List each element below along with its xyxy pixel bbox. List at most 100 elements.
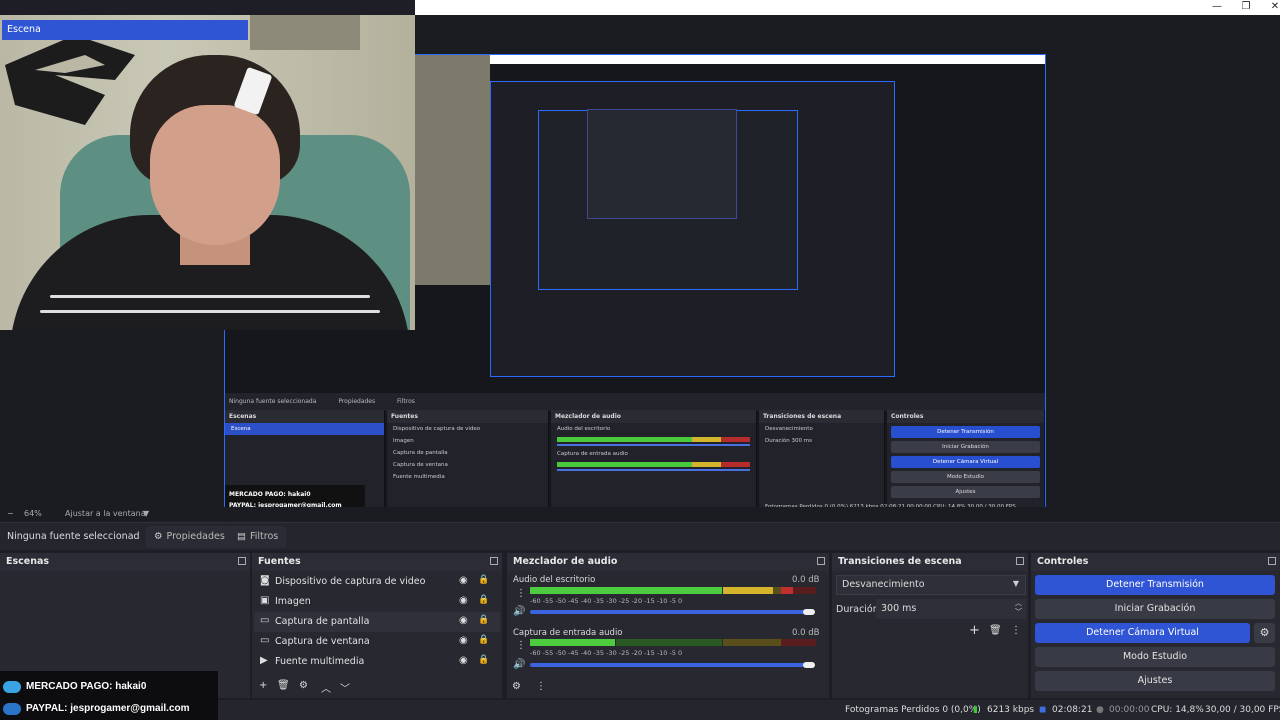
record-time: 00:00:00 <box>1109 705 1150 715</box>
transitions-dock-menu-icon[interactable] <box>1016 557 1024 565</box>
nested-properties-bar: Ninguna fuente seleccionada Propiedades … <box>225 393 1045 411</box>
minimize-button[interactable]: — <box>1202 0 1232 15</box>
sources-dock-menu-icon[interactable] <box>490 557 498 565</box>
source-item[interactable]: ▶ Fuente multimedia ◉ 🔒 <box>254 652 500 672</box>
image-icon: ▣ <box>260 595 270 606</box>
add-transition-button[interactable]: + <box>969 623 980 638</box>
preview-canvas[interactable]: Ninguna fuente seleccionada Propiedades … <box>0 15 1280 517</box>
nested-controls-dock: Controles Detener Transmisión Iniciar Gr… <box>887 410 1045 515</box>
zoom-out-button[interactable]: − <box>7 509 14 518</box>
nested-slider <box>557 469 750 471</box>
transition-select[interactable]: Desvanecimiento ▼ <box>836 575 1026 595</box>
start-recording-button[interactable]: Iniciar Grabación <box>1035 599 1275 619</box>
fit-window-chevron-icon[interactable]: ▼ <box>143 509 149 518</box>
mixer-dock-menu-icon[interactable] <box>817 557 825 565</box>
controls-dock-menu-icon[interactable] <box>1268 557 1276 565</box>
spinner-arrows-icon[interactable]: ︿ ﹀ <box>1015 599 1022 617</box>
obs-window: — ❐ ✕ Ninguna fuente seleccionada Propie… <box>0 0 1280 720</box>
chevron-down-icon: ▼ <box>1012 579 1019 588</box>
nested-no-source-label: Ninguna fuente seleccionada <box>229 398 317 405</box>
scene-item[interactable]: Escena <box>2 20 248 40</box>
donation-overlay: MERCADO PAGO: hakai0 PAYPAL: jesprogamer… <box>0 671 218 720</box>
fit-window-select[interactable]: Ajustar a la ventana <box>65 509 146 518</box>
mic-volume-slider[interactable] <box>530 663 812 667</box>
visibility-eye-icon[interactable]: ◉ <box>459 655 468 666</box>
duration-value: 300 ms <box>881 603 917 614</box>
nested-overlay-mercadopago: MERCADO PAGO: hakai0 <box>229 491 311 498</box>
duration-input[interactable]: 300 ms ︿ ﹀ <box>876 599 1026 619</box>
remove-source-button[interactable]: 🗑 <box>277 680 290 691</box>
webcam-shelf <box>250 15 360 50</box>
properties-button[interactable]: ⚙ Propiedades <box>146 526 233 548</box>
lock-icon[interactable]: 🔒 <box>478 595 489 605</box>
move-down-button[interactable]: ﹀ <box>340 680 350 695</box>
source-item[interactable]: ▣ Imagen ◉ 🔒 <box>254 592 500 612</box>
source-item[interactable]: ◙ Dispositivo de captura de video ◉ 🔒 <box>254 572 500 592</box>
filters-button[interactable]: ▤ Filtros <box>229 526 287 548</box>
source-item[interactable]: ▭ Captura de ventana ◉ 🔒 <box>254 632 500 652</box>
source-item[interactable]: ▭ Captura de pantalla ◉ 🔒 <box>254 612 500 632</box>
fps: 30,00 / 30,00 FPS <box>1205 705 1280 715</box>
nested-filters-tab: Filtros <box>397 398 415 405</box>
lock-icon[interactable]: 🔒 <box>478 655 489 665</box>
move-up-button[interactable]: ︿ <box>321 680 331 695</box>
transition-value: Desvanecimiento <box>842 579 925 590</box>
virtual-camera-gear-icon[interactable]: ⚙ <box>1254 623 1275 643</box>
track-menu-icon[interactable]: ⋮ <box>516 588 526 599</box>
visibility-eye-icon[interactable]: ◉ <box>459 595 468 606</box>
nested-sources-title: Fuentes <box>387 410 548 423</box>
stop-virtual-camera-button[interactable]: Detener Cámara Virtual <box>1035 623 1250 643</box>
track-menu-icon[interactable]: ⋮ <box>516 640 526 651</box>
nested-duration-value: 300 ms <box>791 438 812 444</box>
lock-icon[interactable]: 🔒 <box>478 615 489 625</box>
nested-controls-title: Controles <box>887 410 1044 423</box>
lock-icon[interactable]: 🔒 <box>478 635 489 645</box>
scenes-dock-menu-icon[interactable] <box>238 557 246 565</box>
desktop-volume-slider[interactable] <box>530 610 812 614</box>
transition-menu-icon[interactable]: ⋮ <box>1011 625 1021 636</box>
nested-properties-tab: Propiedades <box>338 398 376 405</box>
filters-label: Filtros <box>249 531 279 542</box>
source-label: Fuente multimedia <box>275 656 365 667</box>
nested-duration-label: Duración <box>765 438 790 444</box>
visibility-eye-icon[interactable]: ◉ <box>459 575 468 586</box>
visibility-eye-icon[interactable]: ◉ <box>459 635 468 646</box>
stop-streaming-button[interactable]: Detener Transmisión <box>1035 575 1275 595</box>
nested-control-button: Detener Cámara Virtual <box>891 456 1040 468</box>
visibility-eye-icon[interactable]: ◉ <box>459 615 468 626</box>
nested-mixer-dock: Mezclador de audio Audio del escritorio … <box>551 410 757 515</box>
track-desktop-db: 0.0 dB <box>792 575 820 585</box>
remove-transition-button[interactable]: 🗑 <box>989 625 1002 636</box>
bitrate: 6213 kbps <box>987 705 1035 715</box>
nested-track-label: Audio del escritorio <box>557 426 611 432</box>
add-source-button[interactable]: + <box>259 680 267 691</box>
close-button[interactable]: ✕ <box>1260 0 1280 15</box>
nested-scene-item: Escena <box>225 423 384 435</box>
desktop-volume-knob[interactable] <box>803 609 815 615</box>
meter-ticks: -60 -55 -50 -45 -40 -35 -30 -25 -20 -15 … <box>530 649 683 657</box>
nested-control-button: Iniciar Grabación <box>891 441 1040 453</box>
nested-webcam <box>415 55 490 285</box>
monitor-icon: ▭ <box>260 615 270 626</box>
speaker-icon[interactable]: 🔊 <box>513 659 525 670</box>
settings-button[interactable]: Ajustes <box>1035 671 1275 691</box>
paypal-logo-icon <box>3 703 21 715</box>
lock-icon[interactable]: 🔒 <box>478 575 489 585</box>
mixer-settings-gear-icon[interactable]: ⚙ <box>512 681 521 692</box>
source-properties-bar: Ninguna fuente seleccionad ⚙ Propiedades … <box>0 522 1280 550</box>
nested-source-item: Captura de ventana <box>393 462 448 468</box>
mic-volume-knob[interactable] <box>803 662 815 668</box>
controls-title: Controles <box>1031 553 1280 571</box>
track-mic-db: 0.0 dB <box>792 628 820 638</box>
stream-icon: ◼ <box>1039 705 1047 715</box>
nested-source-item: Dispositivo de captura de video <box>393 426 481 432</box>
record-icon: ● <box>1096 705 1104 715</box>
sources-title: Fuentes <box>252 553 502 571</box>
maximize-button[interactable]: ❐ <box>1231 0 1261 15</box>
speaker-icon[interactable]: 🔊 <box>513 606 525 617</box>
studio-mode-button[interactable]: Modo Estudio <box>1035 647 1275 667</box>
source-label: Captura de ventana <box>275 636 370 647</box>
source-settings-button[interactable]: ⚙ <box>299 680 308 691</box>
overlay-mercadopago: MERCADO PAGO: hakai0 <box>26 681 147 692</box>
mixer-menu-icon[interactable]: ⋮ <box>536 681 546 692</box>
